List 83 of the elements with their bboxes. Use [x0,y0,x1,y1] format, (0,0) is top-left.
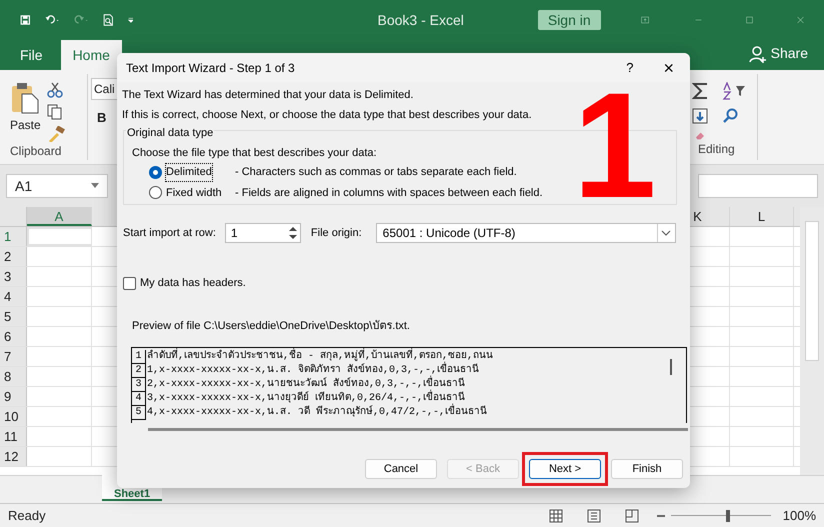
clipboard-icon[interactable] [10,82,40,114]
spin-value: 1 [230,225,239,242]
row-header: 4 [0,287,27,306]
normal-view-icon[interactable] [548,508,563,522]
search-icon[interactable] [722,108,738,124]
info-text: The Text Wizard has determined that your data is Delimited. [122,89,414,102]
page-layout-icon[interactable] [586,508,601,522]
vertical-scrollbar[interactable] [800,207,824,475]
dropdown-value: 65001 : Unicode (UTF-8) [382,225,516,242]
row-header: 9 [0,387,27,406]
window-title: Book3 - Excel [377,10,464,30]
file-origin-dropdown[interactable]: 65001 : Unicode (UTF-8) [376,223,676,243]
option-description: - Fields are aligned in columns with spaces between each field. [235,186,543,200]
column-header: L [730,207,794,226]
share-button[interactable]: Share [748,43,808,64]
close-button[interactable]: × [663,58,674,76]
row-header: 2 [0,247,27,266]
dialog-button[interactable]: Cancel [365,459,437,479]
row-header: 10 [0,407,27,426]
zoom-slider[interactable] [670,510,771,522]
dialog-button[interactable]: Finish [611,459,683,479]
horizontal-scroll-thumb[interactable] [148,428,688,431]
annotation-number: 1 [573,82,656,208]
selected-cell[interactable] [27,227,92,246]
row-header: 8 [0,367,27,386]
row-header: 11 [0,427,27,446]
bold-button[interactable]: B [91,108,111,128]
help-button[interactable]: ? [626,58,634,78]
preview-label: Preview of file C:\Users\eddie\OneDrive\Desktop\บัตร.txt. [132,318,411,334]
customize-icon[interactable] [128,15,134,25]
row-header: 6 [0,327,27,346]
spin-box[interactable]: 1 [224,223,301,243]
fill-down-icon[interactable] [692,108,708,124]
option-description: - Characters such as commas or tabs separate each field. [235,165,517,180]
slider-thumb[interactable] [726,510,730,522]
cell-reference: A1 [15,176,32,196]
chevron-down-icon[interactable] [661,230,672,236]
ribbon-tab[interactable]: Home [60,40,122,70]
info-text: If this is correct, choose Next, or choose the data type that best describes your data. [122,109,533,122]
radio-option[interactable]: Delimited [149,164,235,180]
line-number: 5 [132,406,146,420]
paste-button[interactable]: Paste [10,82,41,142]
line-number: 2 [132,364,146,378]
sign-in-button[interactable]: Sign in [538,10,601,30]
sigma-icon[interactable] [692,82,708,100]
person-icon[interactable] [748,44,767,62]
radio-button[interactable] [149,186,162,200]
dialog-title: Text Import Wizard - Step 1 of 3 [126,60,295,76]
close-icon[interactable] [796,14,804,26]
prompt-text: Choose the file type that best describes your data: [132,147,378,160]
checkbox[interactable] [123,276,136,290]
scissors-icon[interactable] [46,82,63,98]
group-label: Clipboard [10,143,62,160]
preview-scroll-thumb[interactable] [670,359,672,375]
checkbox-option[interactable]: My data has headers. [123,275,685,292]
zoom-level: 100% [782,506,816,525]
scroll-thumb[interactable] [805,221,819,361]
field-label: File origin: [310,226,362,241]
field-label: Start import at row: [123,226,216,241]
row-header: 1 [0,227,27,246]
dropdown-icon[interactable] [91,183,99,189]
group-label: Editing [697,141,736,158]
font-name-field[interactable]: Cali [91,78,117,100]
line-number: 3 [132,378,146,392]
line-number: 4 [132,392,146,406]
formula-field[interactable] [698,174,818,198]
sort-filter-icon[interactable] [722,82,746,100]
name-box[interactable]: A1 [6,174,108,198]
line-number: 1 [132,350,146,364]
radio-button[interactable] [149,166,162,179]
share-label: Share [770,44,808,63]
status-text: Ready [8,506,46,525]
column-header: A [27,207,92,226]
ribbon-tab[interactable]: File [2,40,61,70]
row-header: 12 [0,447,27,466]
dialog-button[interactable]: Next > [529,459,601,479]
radio-option[interactable]: Fixed width [149,184,235,201]
row-header: 3 [0,267,27,286]
preview-line: 4,x-xxxx-xxxxx-xx-x,น.ส. วดี พีระภาณุรักษ์,0,47/2,-,-,เขื่อนธานี [146,406,488,420]
group-title: Original data type [126,125,214,142]
page-break-icon[interactable] [624,508,639,522]
row-header: 5 [0,307,27,326]
row-header: 7 [0,347,27,366]
